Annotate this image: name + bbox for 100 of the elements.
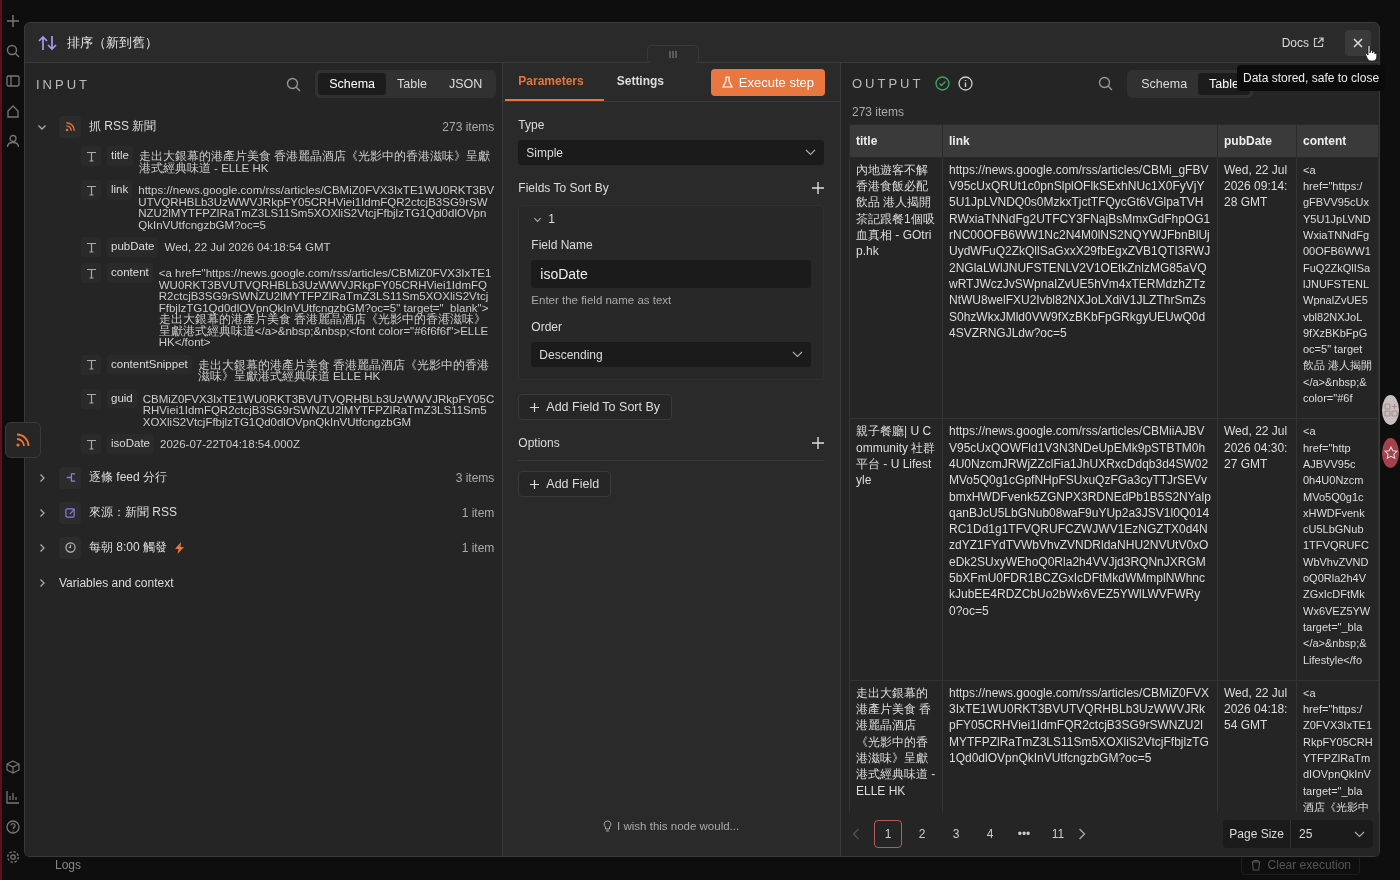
info-icon[interactable] [958, 76, 974, 92]
chart-icon[interactable] [6, 790, 20, 804]
node-name: 每朝 8:00 觸發 [89, 539, 168, 556]
field-value: 走出大銀幕的港產片美食 香港麗晶酒店《光影中的香港滋味》呈獻港式經典味道 - ELLE HK [138, 149, 492, 174]
help-icon[interactable] [6, 820, 20, 834]
settings-icon[interactable] [6, 850, 20, 864]
type-label: Type [518, 118, 546, 132]
chevron-down-icon [792, 351, 803, 358]
page-size-select[interactable]: Page Size 25 [1223, 820, 1373, 849]
table-cell: <a href="http AJBVV95c 0h4U0Nzcm MVo5Q0g1c xHWDFvenk cU5LbGNub 1TFVQRUFC WbVhvZVND oQ0Rla2h4V ZGxIcDFtMk Wx6VEZ5YW target="_bla </a>&nbsp;& Lifestyle</fo [1296, 418, 1379, 681]
page-button[interactable]: 11 [1044, 820, 1072, 849]
panel-icon[interactable] [6, 74, 20, 88]
column-header: content [1296, 124, 1379, 158]
text-type-icon [81, 388, 101, 409]
field-name-input[interactable]: isoDate [531, 260, 811, 288]
sort-field-index: 1 [548, 212, 555, 226]
chevron-down-icon [1354, 830, 1365, 838]
page-button[interactable]: 3 [942, 820, 970, 849]
chevron-right-icon[interactable] [37, 577, 47, 588]
close-icon [1353, 37, 1363, 48]
column-header: pubDate [1217, 124, 1297, 158]
order-label: Order [531, 320, 563, 334]
lightbulb-icon [603, 820, 613, 832]
docs-link[interactable]: Docs [1281, 35, 1324, 50]
rss-icon [15, 432, 31, 448]
node-name: 逐條 feed 分行 [89, 469, 168, 486]
field-value: https://news.google.com/rss/articles/CBMiZ0FVX3IxTE1WU0RKT3BVUTVQRHBLb3UzWWVJRkpFY05CRHViei1IdmFQR2ctcjB3SG9rSWNZU2lMYTFPZlRaTmZ3LS11Sm5XOXliS2VtcjFfbjlzTG1Qd0dlOVpnQkInVUtfcngzbGM?oc=5 [138, 183, 495, 231]
page-button[interactable]: ••• [1010, 820, 1038, 849]
rss-node[interactable] [5, 422, 41, 458]
page-button[interactable]: 4 [976, 820, 1004, 849]
parameters-tab[interactable]: Parameters [505, 63, 604, 101]
plus-icon [530, 479, 540, 489]
table-cell: Wed, 22 Jul 2026 09:14:28 GMT [1217, 157, 1297, 419]
node-name: 抓 RSS 新聞 [89, 118, 157, 135]
edit-icon [64, 507, 76, 518]
output-heading: OUTPUT [852, 76, 924, 92]
field-value: 走出大銀幕的港產片美食 香港麗晶酒店《光影中的香港滋味》呈獻港式經典味道 ELLE HK [197, 357, 490, 383]
options-label: Options [518, 436, 560, 450]
parameters-tab[interactable]: Settings [603, 63, 678, 101]
variables-section[interactable]: Variables and context [59, 575, 174, 590]
chevron-right-icon[interactable] [37, 507, 47, 518]
logs-label[interactable]: Logs [55, 858, 1241, 872]
text-type-icon [81, 354, 101, 375]
rss-icon [64, 121, 76, 132]
chevron-right-icon[interactable] [37, 472, 47, 483]
text-type-icon [81, 434, 101, 454]
home-icon[interactable] [6, 104, 20, 118]
user-icon[interactable] [6, 134, 20, 148]
input-heading: INPUT [36, 76, 90, 92]
flask-icon [721, 76, 733, 88]
field-name: link [107, 180, 133, 200]
search-icon[interactable] [1098, 76, 1114, 92]
field-hint: Enter the field name as text [531, 294, 673, 306]
hand-cursor-icon [1365, 45, 1377, 62]
field-name: guid [107, 388, 137, 408]
text-type-icon [81, 180, 101, 200]
chevron-right-icon[interactable] [37, 542, 47, 553]
page-button[interactable]: 1 [874, 820, 902, 849]
view-tab[interactable]: Schema [1130, 72, 1199, 95]
grid-icon [1383, 403, 1398, 417]
table-cell: Wed, 22 Jul 2026 04:30:27 GMT [1217, 418, 1297, 681]
view-tab[interactable]: Table [386, 73, 438, 95]
drag-handle[interactable] [647, 45, 700, 63]
external-link-icon [1313, 37, 1324, 48]
table-cell: 親子餐廳| U Community 社群平台 - U Lifestyle [849, 418, 943, 681]
add-field-button[interactable]: Add Field [518, 471, 612, 497]
view-tab[interactable]: JSON [437, 73, 494, 95]
table-cell: 內地遊客不解香港食飯必配飲品 港人揭開茶記跟餐1個吸血真相 - GOtrip.hk [849, 157, 943, 419]
chevron-right-icon[interactable] [1078, 828, 1086, 841]
split-icon [64, 472, 76, 483]
star-icon [1383, 446, 1398, 460]
modal-title: 排序（新到舊） [67, 33, 158, 52]
field-name: title [107, 146, 133, 166]
table-cell: <a href="https:/ gFBVV95cUx Y5U1JpLVND WxiaTNNdFg 00OFB6WW1 FuQ2ZkQlISa lJNUFSTENL WpnalZvUE5 vbl82NXJoL 9fXzBKbFpG oc=5" target 飲品 港人揭開 </a>&nbsp;& color="#6f [1296, 157, 1379, 419]
table-cell: https://news.google.com/rss/articles/CBMiiAJBVV95cUxQOWFld1V3N3NDeUpEMk9pSTBTM0h4U0NzcmJRWjZZclFia1JhUXRxcDdqb3d4SW02MVo5Q0g1cGpfNHpFSUxuQzFGa3cyTTJrSEVvbmxHWDFvenk5ZGNPX3RDNEdPb1B5S2NYalpqanBJcU5LbGNub08waF9uYUp2a3JSV1l0Q014RC1Dd1g1TFVQRUFCZWJWV1EzNGZTX0d4NzdYZ1FYdTVWbVhvZVNDRldaNHU2NVUtV0xOeDk2SUxyWEhoQ0Rla2h4VVJjd3RQNnJXRGM5bXFmU0FDR1BCZGxIcDFtMkdWMmplNWhnckJubEE4RDZCbUo2bWx6VEZ5YWlLWVFWRy0?oc=5 [942, 418, 1218, 681]
apps-button[interactable] [1382, 395, 1399, 425]
order-select[interactable]: Descending [531, 342, 811, 367]
sort-icon [38, 34, 58, 51]
type-select[interactable]: Simple [518, 140, 824, 165]
node-name: 來源：新聞 RSS [89, 504, 177, 521]
table-cell: 走出大銀幕的港產片美食 香港麗晶酒店《光影中的香港滋味》呈獻港式經典味道 - ELLE HK [849, 680, 943, 813]
item-count: 273 items [851, 104, 906, 121]
column-header: link [942, 124, 1218, 158]
clock-icon [64, 542, 76, 553]
trash-icon [1249, 859, 1262, 871]
search-icon[interactable] [286, 76, 302, 92]
page-button[interactable]: 2 [908, 820, 936, 849]
field-value: 2026-07-22T04:18:54.000Z [160, 437, 302, 451]
fields-to-sort-label: Fields To Sort By [518, 181, 609, 195]
item-count: 1 item [461, 540, 495, 555]
field-value: <a href="https://news.google.com/rss/articles/CBMiZ0FVX3IxTE1WU0RKT3BVUTVQRHBLb3UzWWVJRkpFY05CRHViei1IdmFQR2ctcjB3SG9rSWNZU2lMYTFPZlRaTmZ3LS11Sm5XOXliS2VtcjFfbjlzTG1Qd0dlOVpnQkInVUtfcngzbGM?oc=5" target="_blank">走出大銀幕的港產片美食 香港麗晶酒店《光影中的香港滋味》呈獻港式經典味道</a>&nbsp;&nbsp;<font color="#6f6f6f">ELLE HK</font> [158, 266, 493, 349]
plus-icon [530, 402, 540, 412]
item-count: 273 items [442, 119, 495, 134]
cube-icon[interactable] [6, 760, 20, 774]
search-icon[interactable] [6, 44, 20, 58]
close-button[interactable] [1345, 29, 1371, 56]
field-name: content [107, 263, 153, 283]
feedback-link[interactable]: I wish this node would... [603, 820, 740, 832]
add-field-to-sort-button[interactable]: Add Field To Sort By [518, 394, 673, 420]
view-tab[interactable]: Schema [318, 73, 387, 95]
